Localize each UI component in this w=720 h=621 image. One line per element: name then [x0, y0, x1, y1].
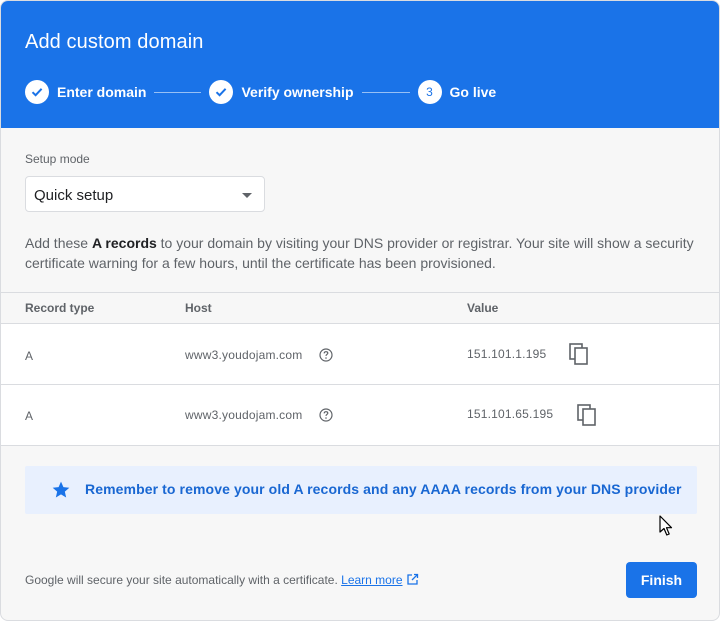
host-cell: www3.youdojam.com [185, 408, 303, 422]
setup-mode-value: Quick setup [34, 187, 114, 204]
header-host: Host [185, 301, 212, 315]
finish-button[interactable]: Finish [626, 562, 697, 598]
host-cell: www3.youdojam.com [185, 348, 303, 362]
step-label: Go live [449, 84, 497, 100]
table-row: A www3.youdojam.com 151.101.65.195 [1, 385, 719, 446]
add-custom-domain-dialog: Add custom domain Enter domain Verify ow… [0, 0, 720, 621]
table-row: A www3.youdojam.com 151.101.1.195 [1, 324, 719, 385]
learn-more-link[interactable]: Learn more [341, 573, 402, 587]
help-icon[interactable] [319, 408, 333, 422]
step-verify-ownership: Verify ownership [209, 80, 354, 104]
dialog-header: Add custom domain Enter domain Verify ow… [1, 1, 719, 128]
instructions-emphasis: A records [91, 235, 157, 251]
header-value: Value [467, 301, 499, 315]
setup-mode-select[interactable]: Quick setup [25, 176, 265, 212]
step-number-badge: 3 [417, 80, 442, 104]
step-number: 3 [426, 85, 433, 99]
check-icon [25, 80, 49, 104]
value-cell: 151.101.65.195 [467, 407, 554, 421]
record-type-cell: A [25, 349, 34, 363]
external-link-icon [406, 573, 418, 585]
instructions-start: Add these [25, 235, 92, 251]
table-header: Record type Host Value [1, 292, 719, 324]
reminder-notice: Remember to remove your old A records an… [25, 466, 697, 514]
star-icon [52, 481, 70, 498]
setup-mode-label: Setup mode [25, 152, 90, 166]
footer-note: Google will secure your site automatical… [25, 573, 419, 587]
footer-text: Google will secure your site automatical… [25, 573, 342, 587]
check-icon [209, 80, 234, 104]
step-go-live: 3 Go live [417, 80, 497, 104]
instructions-text: Add these A records to your domain by vi… [25, 233, 697, 273]
dns-records-table: Record type Host Value A www3.youdojam.c… [1, 292, 719, 446]
copy-icon[interactable] [576, 403, 598, 427]
mouse-cursor-icon [659, 515, 673, 536]
copy-icon[interactable] [568, 342, 590, 366]
step-enter-domain: Enter domain [25, 80, 146, 104]
dropdown-arrow-icon [242, 193, 252, 198]
header-record-type: Record type [25, 301, 95, 315]
step-label: Enter domain [57, 84, 147, 100]
step-connector [154, 91, 202, 93]
dialog-title: Add custom domain [25, 31, 204, 53]
record-type-cell: A [25, 409, 34, 423]
stepper: Enter domain Verify ownership 3 Go live [25, 80, 496, 104]
reminder-text: Remember to remove your old A records an… [85, 481, 682, 497]
value-cell: 151.101.1.195 [467, 347, 547, 361]
help-icon[interactable] [319, 348, 333, 362]
step-label: Verify ownership [241, 84, 354, 100]
step-connector [361, 91, 410, 93]
